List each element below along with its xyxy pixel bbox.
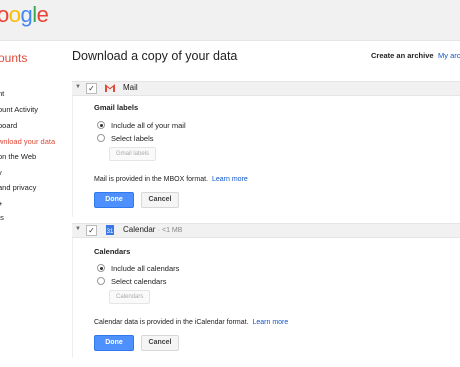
- radio-empty-icon[interactable]: [97, 277, 105, 286]
- radio-empty-icon[interactable]: [97, 134, 105, 143]
- radio-selected-icon[interactable]: [97, 121, 105, 130]
- calendar-format-info: Calendar data is provided in the iCalend…: [94, 319, 289, 326]
- mail-done-button[interactable]: Done: [94, 192, 134, 208]
- sidebar-item-download-your-data[interactable]: wnload your data: [0, 137, 55, 146]
- calendar-section-header[interactable]: ▼ ✓ 31 Calendar · <1 MB: [72, 223, 460, 238]
- gmail-icon: [105, 84, 115, 92]
- gmail-labels-heading: Gmail labels: [94, 103, 139, 112]
- sidebar-item-sharing-privacy[interactable]: and privacy: [0, 183, 36, 192]
- collapse-arrow-icon[interactable]: ▼: [75, 84, 81, 90]
- sidebar-item-account-activity[interactable]: ount Activity: [0, 105, 38, 114]
- mail-service-name: Mail: [123, 83, 138, 92]
- mail-checkbox[interactable]: ✓: [86, 83, 97, 94]
- calendar-service-name: Calendar · <1 MB: [123, 225, 183, 234]
- calendar-size: · <1 MB: [157, 227, 183, 234]
- select-calendars-option[interactable]: Select calendars: [97, 277, 166, 286]
- collapse-arrow-icon[interactable]: ▼: [75, 226, 81, 232]
- page-title: Download a copy of your data: [72, 49, 238, 63]
- top-bar: oogle: [0, 0, 460, 41]
- calendar-done-button[interactable]: Done: [94, 335, 134, 351]
- create-archive-link[interactable]: Create an archive: [371, 51, 434, 60]
- sidebar-item-account[interactable]: nt: [0, 89, 4, 98]
- calendar-cancel-button[interactable]: Cancel: [141, 335, 179, 351]
- calendar-checkbox[interactable]: ✓: [86, 225, 97, 236]
- select-labels-option[interactable]: Select labels: [97, 134, 154, 143]
- calendar-icon: 31: [106, 225, 114, 235]
- gmail-labels-button: Gmail labels: [109, 147, 157, 161]
- mail-format-info: Mail is provided in the MBOX format. Lear…: [94, 176, 248, 183]
- calendar-learn-more-link[interactable]: Learn more: [252, 319, 288, 326]
- mail-section-header[interactable]: ▼ ✓ Mail: [72, 81, 460, 96]
- google-logo[interactable]: oogle: [0, 2, 49, 28]
- sidebar-item-on-the-web[interactable]: on the Web: [0, 152, 36, 161]
- sidebar-item-google-plus[interactable]: +: [0, 199, 2, 208]
- mail-cancel-button[interactable]: Cancel: [141, 192, 179, 208]
- include-all-mail-option[interactable]: Include all of your mail: [97, 121, 186, 130]
- radio-selected-icon[interactable]: [97, 264, 105, 273]
- calendars-heading: Calendars: [94, 247, 131, 256]
- sidebar-item-products[interactable]: ts: [0, 213, 4, 222]
- sidebar-item-security[interactable]: y: [0, 168, 2, 177]
- my-archives-link[interactable]: My arc: [438, 51, 460, 60]
- include-all-calendars-option[interactable]: Include all calendars: [97, 264, 179, 273]
- sidebar-title[interactable]: ounts: [0, 51, 27, 65]
- mail-panel: Gmail labels Include all of your mail Se…: [72, 96, 460, 217]
- calendar-panel: Calendars Include all calendars Select c…: [72, 238, 460, 358]
- mail-learn-more-link[interactable]: Learn more: [212, 176, 248, 183]
- svg-text:31: 31: [107, 229, 114, 235]
- sidebar-item-dashboard[interactable]: board: [0, 121, 17, 130]
- calendars-button: Calendars: [109, 290, 151, 304]
